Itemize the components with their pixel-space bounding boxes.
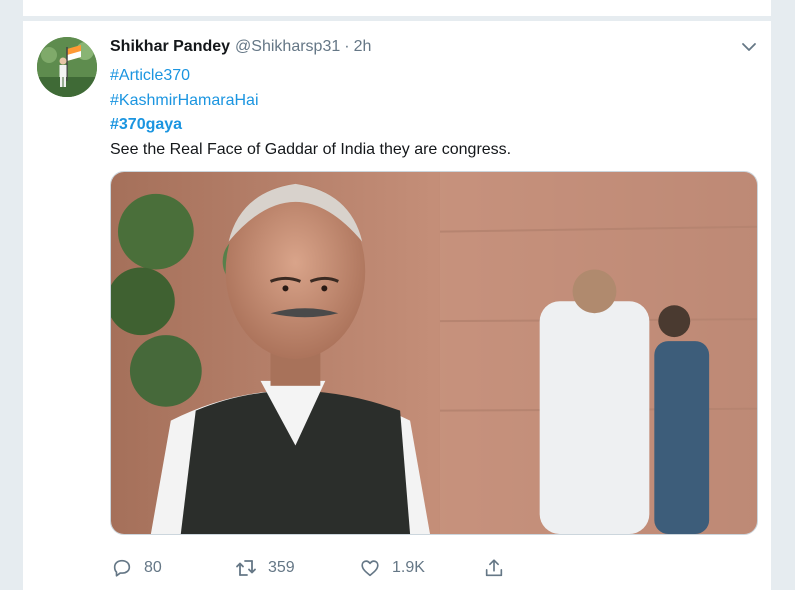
author-handle[interactable]: @Shikharsp31	[235, 38, 340, 56]
heart-icon	[358, 556, 382, 580]
author-name[interactable]: Shikhar Pandey	[110, 38, 230, 56]
reply-count: 80	[144, 559, 162, 576]
hashtag-link[interactable]: #KashmirHamaraHai	[110, 89, 750, 114]
retweet-button[interactable]: 359	[234, 556, 358, 580]
avatar-image	[37, 37, 97, 97]
reply-icon	[110, 556, 134, 580]
tweet-actions: 80 359 1.9K	[110, 554, 506, 582]
hashtag-link[interactable]: #Article370	[110, 64, 750, 89]
share-icon	[482, 556, 506, 580]
header-separator: ·	[344, 38, 350, 55]
like-count: 1.9K	[392, 559, 425, 576]
avatar[interactable]	[37, 37, 97, 97]
chevron-down-icon[interactable]	[739, 39, 759, 55]
tweet-message: See the Real Face of Gaddar of India the…	[110, 140, 512, 158]
reply-button[interactable]: 80	[110, 556, 234, 580]
like-button[interactable]: 1.9K	[358, 556, 482, 580]
tweet-card[interactable]: Shikhar Pandey @Shikharsp31 · 2h #Articl…	[22, 21, 772, 590]
hashtag-link[interactable]: #370gaya	[110, 113, 750, 138]
photo-image	[111, 172, 757, 534]
retweet-count: 359	[268, 559, 295, 576]
tweet-text: #Article370 #KashmirHamaraHai #370gaya S…	[110, 64, 750, 162]
retweet-icon	[234, 556, 258, 580]
tweet-header: Shikhar Pandey @Shikharsp31 · 2h	[110, 38, 371, 58]
tweet-photo[interactable]	[110, 171, 758, 535]
previous-tweet-edge	[22, 0, 772, 17]
tweet-timestamp[interactable]: 2h	[354, 38, 372, 56]
share-button[interactable]	[482, 556, 506, 580]
